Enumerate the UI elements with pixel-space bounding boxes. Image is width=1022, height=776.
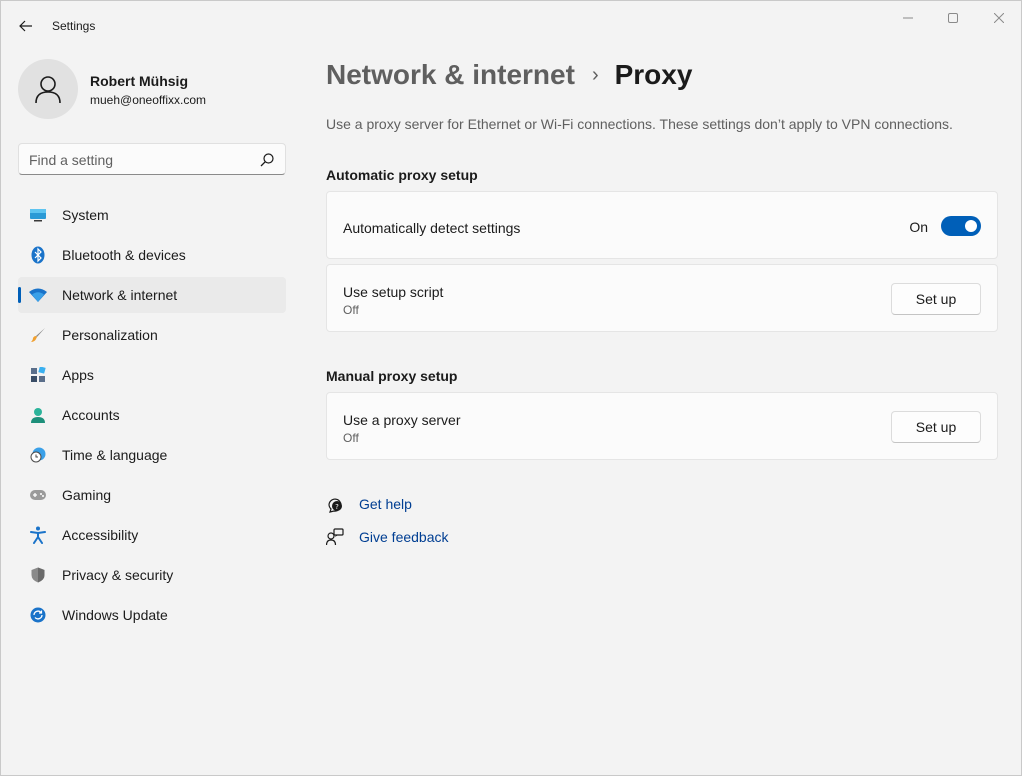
sidebar-item-label: Windows Update xyxy=(62,607,168,623)
sidebar-item-label: Personalization xyxy=(62,327,158,343)
setup-script-label: Use setup script xyxy=(343,284,444,300)
minimize-button[interactable] xyxy=(885,3,931,33)
give-feedback-link[interactable]: Give feedback xyxy=(326,528,449,546)
sidebar-item-gaming[interactable]: Gaming xyxy=(18,477,286,513)
sidebar-item-system[interactable]: System xyxy=(18,197,286,233)
proxy-server-button[interactable]: Set up xyxy=(891,411,981,443)
sidebar-item-label: Accessibility xyxy=(62,527,139,543)
apps-icon xyxy=(29,366,47,384)
back-arrow-icon xyxy=(19,20,32,32)
feedback-icon xyxy=(326,528,344,546)
sidebar-item-time-language[interactable]: Time & language xyxy=(18,437,286,473)
sidebar-item-label: Accounts xyxy=(62,407,120,423)
search-icon[interactable] xyxy=(259,152,275,168)
close-button[interactable] xyxy=(976,3,1022,33)
accounts-icon xyxy=(29,406,47,424)
shield-icon xyxy=(29,566,47,584)
get-help-label[interactable]: Get help xyxy=(359,496,412,512)
give-feedback-label[interactable]: Give feedback xyxy=(359,529,449,545)
breadcrumb: Network & internet › Proxy xyxy=(326,59,692,91)
toggle-state-label: On xyxy=(909,219,928,235)
svg-text:?: ? xyxy=(335,503,339,511)
gamepad-icon xyxy=(29,486,47,504)
minimize-icon xyxy=(903,17,913,19)
sidebar-item-network[interactable]: Network & internet xyxy=(18,277,286,313)
help-icon: ? xyxy=(326,495,344,513)
detect-settings-label: Automatically detect settings xyxy=(343,220,521,236)
bluetooth-icon xyxy=(29,246,47,264)
setup-script-card: Use setup script Off Set up xyxy=(326,264,998,332)
sidebar-item-label: Bluetooth & devices xyxy=(62,247,186,263)
sidebar-item-label: Gaming xyxy=(62,487,112,503)
section-title-manual: Manual proxy setup xyxy=(326,368,458,384)
wifi-icon xyxy=(29,286,47,304)
update-icon xyxy=(29,606,47,624)
settings-window: Settings Robert Mühsig mueh@oneoffixx.co… xyxy=(0,0,1022,776)
setup-script-button[interactable]: Set up xyxy=(891,283,981,315)
sidebar-item-apps[interactable]: Apps xyxy=(18,357,286,393)
proxy-server-card: Use a proxy server Off Set up xyxy=(326,392,998,460)
sidebar-item-privacy[interactable]: Privacy & security xyxy=(18,557,286,593)
sidebar-item-bluetooth[interactable]: Bluetooth & devices xyxy=(18,237,286,273)
proxy-server-status: Off xyxy=(343,431,359,445)
breadcrumb-separator: › xyxy=(591,64,599,86)
close-icon xyxy=(994,13,1004,23)
section-title-automatic: Automatic proxy setup xyxy=(326,167,478,183)
proxy-server-label: Use a proxy server xyxy=(343,412,461,428)
toggle-knob xyxy=(965,220,977,232)
back-button[interactable] xyxy=(13,13,39,39)
detect-settings-card: Automatically detect settings On xyxy=(326,191,998,259)
accessibility-icon xyxy=(29,526,47,544)
sidebar-item-accounts[interactable]: Accounts xyxy=(18,397,286,433)
avatar[interactable] xyxy=(18,59,78,119)
sidebar-item-label: Privacy & security xyxy=(62,567,174,583)
sidebar-item-label: System xyxy=(62,207,109,223)
sidebar-item-label: Time & language xyxy=(62,447,168,463)
page-description: Use a proxy server for Ethernet or Wi-Fi… xyxy=(326,116,953,132)
user-name: Robert Mühsig xyxy=(90,73,188,89)
search-input[interactable] xyxy=(29,150,254,170)
sidebar-item-windows-update[interactable]: Windows Update xyxy=(18,597,286,633)
system-icon xyxy=(29,206,47,224)
get-help-link[interactable]: ? Get help xyxy=(326,495,412,513)
user-email: mueh@oneoffixx.com xyxy=(90,93,207,107)
sidebar-item-personalization[interactable]: Personalization xyxy=(18,317,286,353)
search-box[interactable] xyxy=(18,143,286,175)
breadcrumb-parent[interactable]: Network & internet xyxy=(326,59,575,91)
sidebar-item-accessibility[interactable]: Accessibility xyxy=(18,517,286,553)
setup-script-status: Off xyxy=(343,303,359,317)
user-icon xyxy=(35,76,61,104)
app-title: Settings xyxy=(52,19,96,33)
detect-settings-toggle[interactable] xyxy=(941,216,981,236)
maximize-icon xyxy=(948,13,958,23)
sidebar-item-label: Network & internet xyxy=(62,287,178,303)
sidebar-item-label: Apps xyxy=(62,367,94,383)
title-bar: Settings xyxy=(1,1,1021,49)
clock-globe-icon xyxy=(29,446,47,464)
brush-icon xyxy=(29,326,47,344)
sidebar-nav: System Bluetooth & devices Network & int… xyxy=(18,197,286,637)
maximize-button[interactable] xyxy=(930,3,976,33)
page-title: Proxy xyxy=(614,59,693,90)
